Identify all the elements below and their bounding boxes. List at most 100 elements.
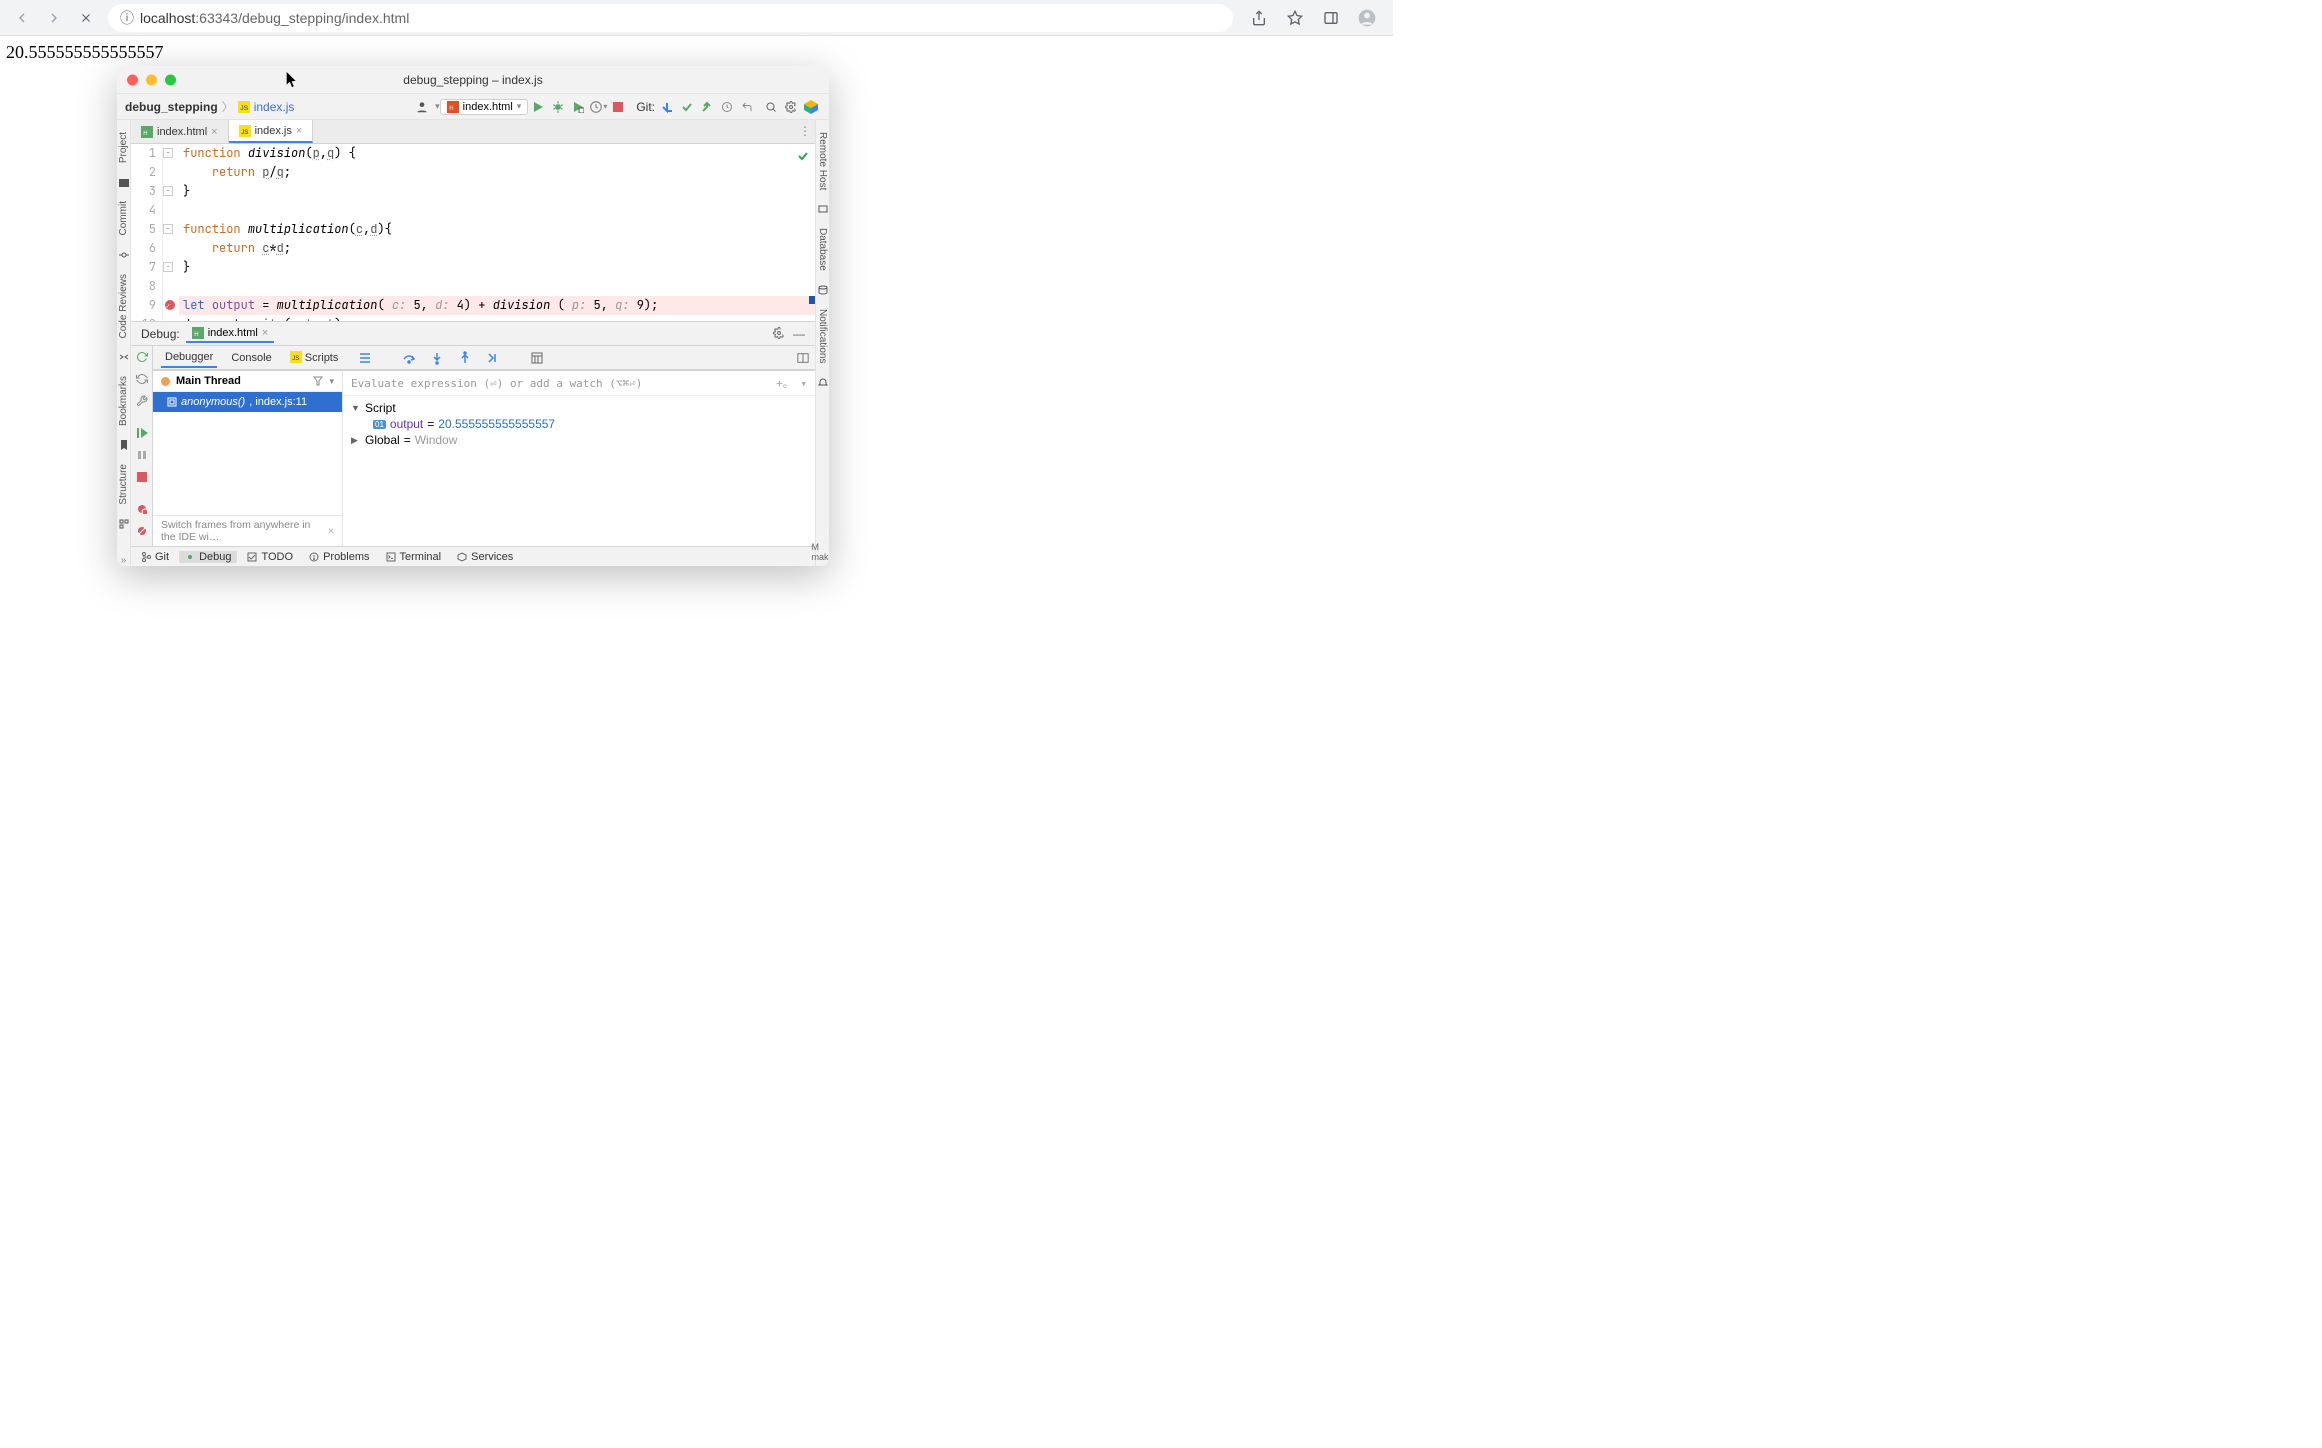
url-bar[interactable]: ⓘ localhost:63343/debug_stepping/index.h…: [108, 4, 1233, 32]
add-watch-icon[interactable]: +。 ▾: [776, 375, 807, 391]
var-script-scope[interactable]: ▼ Script: [351, 400, 807, 416]
rerun-icon[interactable]: [134, 349, 150, 365]
git-history-icon[interactable]: [717, 97, 737, 117]
sidebar-structure[interactable]: Structure: [118, 460, 129, 509]
evaluate-expression-input[interactable]: Evaluate expression (⏎) or add a watch (…: [343, 371, 815, 396]
code-editor[interactable]: 1234567891011 −−−− function division(p,q…: [131, 144, 815, 321]
fold-marker-icon[interactable]: −: [163, 148, 173, 158]
status-services[interactable]: Services: [451, 551, 519, 563]
tab-index-js[interactable]: JS index.js ×: [229, 120, 314, 143]
debug-session-tab[interactable]: H index.html ×: [186, 325, 275, 343]
forward-button[interactable]: [40, 4, 68, 32]
debug-settings-icon[interactable]: [773, 327, 785, 341]
status-problems[interactable]: Problems: [303, 551, 375, 563]
stop-debug-icon[interactable]: [134, 469, 150, 485]
database-icon[interactable]: [818, 285, 828, 295]
gutter[interactable]: − − − −: [163, 144, 179, 321]
tab-index-html[interactable]: H index.html ×: [131, 120, 229, 143]
tab-console[interactable]: Console: [227, 349, 275, 367]
minimize-panel-icon[interactable]: —: [793, 327, 805, 341]
step-into-icon[interactable]: [428, 349, 446, 367]
side-panel-icon[interactable]: [1317, 4, 1345, 32]
evaluate-icon[interactable]: [528, 349, 546, 367]
sidebar-make[interactable]: M make: [812, 542, 830, 566]
run-to-cursor-icon[interactable]: [484, 349, 502, 367]
fold-marker-icon[interactable]: −: [163, 224, 173, 234]
collapse-icon[interactable]: »: [121, 555, 127, 566]
window-minimize-icon[interactable]: [146, 74, 157, 85]
host-icon[interactable]: [818, 204, 828, 214]
ide-logo-icon[interactable]: [801, 97, 821, 117]
git-commit-icon[interactable]: [677, 97, 697, 117]
fold-marker-icon[interactable]: −: [163, 262, 173, 272]
resume-icon[interactable]: [134, 425, 150, 441]
step-out-icon[interactable]: [456, 349, 474, 367]
dropdown-icon[interactable]: ▾: [329, 376, 334, 387]
git-pull-icon[interactable]: [657, 97, 677, 117]
profile-button[interactable]: ▾: [588, 97, 608, 117]
commit-icon[interactable]: [119, 250, 129, 260]
breadcrumb-file[interactable]: index.js: [254, 100, 295, 114]
sidebar-project[interactable]: Project: [118, 128, 129, 167]
run-button[interactable]: [528, 97, 548, 117]
sidebar-commit[interactable]: Commit: [118, 197, 129, 239]
mute-breakpoints-icon[interactable]: [134, 523, 150, 539]
close-icon[interactable]: ×: [296, 125, 302, 137]
stop-button[interactable]: [72, 4, 100, 32]
fold-marker-icon[interactable]: −: [163, 186, 173, 196]
tab-debugger[interactable]: Debugger: [161, 348, 217, 368]
sidebar-database[interactable]: Database: [817, 224, 828, 275]
debug-button[interactable]: [548, 97, 568, 117]
git-push-icon[interactable]: [697, 97, 717, 117]
sidebar-notifications[interactable]: Notifications: [817, 305, 828, 367]
share-icon[interactable]: [1245, 4, 1273, 32]
close-icon[interactable]: ×: [262, 327, 268, 339]
stack-frame[interactable]: anonymous(), index.js:11: [153, 392, 342, 412]
tab-scripts[interactable]: JS Scripts: [286, 348, 343, 367]
code-review-icon[interactable]: [119, 352, 129, 362]
var-global-scope[interactable]: ▶ Global = Window: [351, 432, 807, 448]
bookmark-icon[interactable]: [119, 440, 129, 450]
run-configuration-selector[interactable]: H index.html ▾: [440, 99, 529, 115]
sidebar-remote-host[interactable]: Remote Host: [817, 128, 828, 194]
thread-row[interactable]: Main Thread ▾: [153, 371, 342, 392]
profile-avatar-icon[interactable]: [1353, 4, 1381, 32]
threads-icon[interactable]: [356, 349, 374, 367]
close-icon[interactable]: ×: [328, 525, 334, 537]
user-icon[interactable]: [412, 97, 432, 117]
inspection-ok-icon[interactable]: [797, 150, 809, 162]
window-zoom-icon[interactable]: [165, 74, 176, 85]
wrench-icon[interactable]: [134, 393, 150, 409]
breadcrumb-project[interactable]: debug_stepping: [125, 100, 218, 114]
view-breakpoints-icon[interactable]: [134, 501, 150, 517]
pause-icon[interactable]: [134, 447, 150, 463]
status-terminal[interactable]: Terminal: [380, 551, 448, 563]
reload-icon[interactable]: [134, 371, 150, 387]
coverage-button[interactable]: [568, 97, 588, 117]
sidebar-bookmarks[interactable]: Bookmarks: [118, 372, 129, 430]
settings-gear-icon[interactable]: [781, 97, 801, 117]
code-lines[interactable]: function division(p,q) { return p/q;}fun…: [179, 144, 815, 321]
tabs-more-icon[interactable]: ⋮: [799, 124, 811, 138]
status-git[interactable]: Git: [135, 551, 175, 563]
filter-icon[interactable]: [313, 376, 323, 386]
git-rollback-icon[interactable]: [737, 97, 757, 117]
sidebar-code-reviews[interactable]: Code Reviews: [118, 270, 129, 342]
folder-icon[interactable]: [119, 177, 129, 187]
step-over-icon[interactable]: [400, 349, 418, 367]
structure-icon[interactable]: [119, 519, 129, 529]
breakpoint-icon[interactable]: [165, 300, 175, 310]
stop-button[interactable]: [608, 97, 628, 117]
site-info-icon[interactable]: ⓘ: [120, 8, 134, 28]
ide-titlebar[interactable]: debug_stepping – index.js: [117, 66, 829, 94]
bookmark-star-icon[interactable]: [1281, 4, 1309, 32]
search-icon[interactable]: [761, 97, 781, 117]
status-debug[interactable]: Debug: [179, 551, 237, 563]
status-todo[interactable]: TODO: [241, 551, 299, 563]
var-output[interactable]: 01 output = 20.555555555555557: [351, 416, 807, 432]
back-button[interactable]: [8, 4, 36, 32]
close-icon[interactable]: ×: [211, 126, 217, 138]
bell-icon[interactable]: [818, 378, 828, 388]
window-close-icon[interactable]: [127, 74, 138, 85]
layout-icon[interactable]: [797, 349, 815, 367]
